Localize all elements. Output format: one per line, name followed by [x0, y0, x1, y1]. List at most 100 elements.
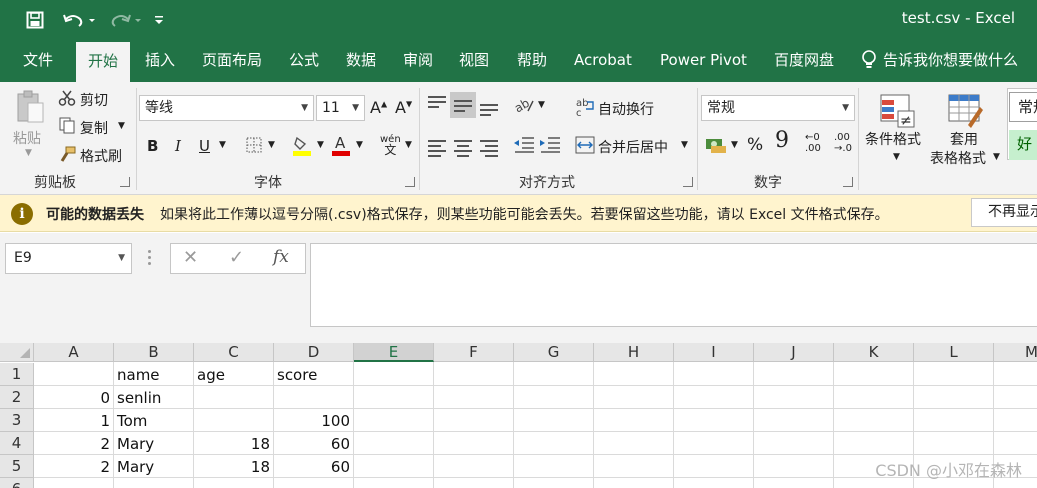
customize-quick-access-icon[interactable] — [152, 9, 166, 31]
column-header-k[interactable]: K — [834, 343, 914, 362]
tab-data[interactable]: 数据 — [346, 38, 376, 82]
percent-style-button[interactable]: % — [747, 135, 763, 155]
cell-a3[interactable]: 1 — [34, 410, 110, 432]
cut-icon[interactable] — [57, 88, 77, 108]
align-right-icon[interactable] — [480, 140, 498, 160]
tab-acrobat[interactable]: Acrobat — [574, 38, 632, 82]
tell-me-search[interactable]: 告诉我你想要做什么 — [860, 38, 1018, 82]
row-header-1[interactable]: 1 — [0, 363, 34, 386]
column-header-g[interactable]: G — [514, 343, 594, 362]
column-header-h[interactable]: H — [594, 343, 674, 362]
cell-d3[interactable]: 100 — [274, 410, 350, 432]
align-bottom-icon[interactable] — [480, 104, 498, 119]
row-header-3[interactable]: 3 — [0, 409, 34, 432]
column-header-c[interactable]: C — [194, 343, 274, 362]
increase-decimal-icon[interactable]: ←0.00 — [805, 132, 821, 154]
column-header-i[interactable]: I — [674, 343, 754, 362]
column-header-a[interactable]: A — [34, 343, 114, 362]
number-format-dropdown[interactable]: 常规 ▼ — [701, 95, 855, 121]
cell-styles-gallery[interactable]: 常规 好 — [1007, 88, 1037, 160]
wrap-text-icon[interactable]: ab c — [575, 96, 595, 118]
column-header-d[interactable]: D — [274, 343, 354, 362]
cancel-icon[interactable]: ✕ — [183, 247, 198, 268]
cell-c1[interactable]: age — [197, 364, 225, 386]
save-icon[interactable] — [24, 9, 46, 31]
font-name-dropdown[interactable]: 等线 ▼ — [139, 95, 314, 121]
wrap-text-label[interactable]: 自动换行 — [598, 99, 654, 119]
select-all-button[interactable] — [0, 343, 34, 362]
paste-dropdown-icon[interactable]: ▼ — [25, 148, 32, 158]
row-header-2[interactable]: 2 — [0, 386, 34, 409]
tab-file[interactable]: 文件 — [23, 38, 53, 82]
paste-icon[interactable] — [12, 88, 48, 126]
merge-center-icon[interactable] — [575, 134, 595, 156]
orientation-dropdown-icon[interactable]: ▼ — [538, 100, 545, 110]
format-painter-label[interactable]: 格式刷 — [80, 146, 122, 166]
tab-formulas[interactable]: 公式 — [289, 38, 319, 82]
font-color-dropdown-icon[interactable]: ▼ — [356, 140, 363, 150]
cell-a5[interactable]: 2 — [34, 456, 110, 478]
tab-home[interactable]: 开始 — [76, 42, 131, 82]
formula-input[interactable] — [310, 243, 1037, 327]
accounting-format-icon[interactable] — [704, 134, 728, 156]
cell-a4[interactable]: 2 — [34, 433, 110, 455]
orientation-icon[interactable]: ab — [512, 94, 536, 116]
name-box[interactable]: E9 ▼ — [5, 243, 132, 274]
row-header-5[interactable]: 5 — [0, 455, 34, 478]
column-header-f[interactable]: F — [434, 343, 514, 362]
merge-dropdown-icon[interactable]: ▼ — [681, 140, 688, 150]
tab-power-pivot[interactable]: Power Pivot — [660, 38, 747, 82]
cut-label[interactable]: 剪切 — [80, 90, 108, 110]
align-center-icon[interactable] — [454, 140, 472, 160]
cell-d4[interactable]: 60 — [274, 433, 350, 455]
cell-style-normal[interactable]: 常规 — [1009, 92, 1037, 122]
column-header-j[interactable]: J — [754, 343, 834, 362]
cell-b3[interactable]: Tom — [117, 410, 147, 432]
cell-b5[interactable]: Mary — [117, 456, 154, 478]
phonetic-dropdown-icon[interactable]: ▼ — [405, 140, 412, 150]
column-header-e[interactable]: E — [354, 343, 434, 362]
copy-icon[interactable] — [57, 115, 77, 135]
format-as-table-label-2[interactable]: 表格格式 — [930, 148, 986, 168]
decrease-font-size-icon[interactable]: A▼ — [395, 98, 412, 117]
number-dialog-launcher-icon[interactable] — [843, 177, 853, 187]
copy-dropdown-icon[interactable]: ▼ — [118, 121, 125, 131]
font-size-dropdown[interactable]: 11 ▼ — [316, 95, 365, 121]
fill-color-icon[interactable] — [291, 134, 313, 158]
font-color-icon[interactable]: A — [330, 132, 352, 158]
borders-dropdown-icon[interactable]: ▼ — [268, 140, 275, 150]
underline-dropdown-icon[interactable]: ▼ — [219, 140, 226, 150]
alignment-dialog-launcher-icon[interactable] — [683, 177, 693, 187]
enter-icon[interactable]: ✓ — [229, 247, 244, 268]
conditional-formatting-label[interactable]: 条件格式 — [865, 129, 921, 149]
format-painter-icon[interactable] — [57, 144, 77, 164]
cell-b2[interactable]: senlin — [117, 387, 161, 409]
format-as-table-label-1[interactable]: 套用 — [950, 129, 978, 149]
cell-a2[interactable]: 0 — [34, 387, 110, 409]
conditional-formatting-icon[interactable]: ≠ — [877, 90, 917, 130]
comma-style-button[interactable]: 9 — [775, 128, 789, 153]
cell-d1[interactable]: score — [277, 364, 317, 386]
paste-label[interactable]: 粘贴 — [13, 128, 41, 148]
tab-review[interactable]: 审阅 — [403, 38, 433, 82]
cell-b1[interactable]: name — [117, 364, 160, 386]
bold-button[interactable]: B — [147, 137, 158, 155]
font-dialog-launcher-icon[interactable] — [405, 177, 415, 187]
fill-color-dropdown-icon[interactable]: ▼ — [317, 140, 324, 150]
tab-page-layout[interactable]: 页面布局 — [202, 38, 262, 82]
increase-indent-icon[interactable] — [538, 134, 562, 156]
column-header-b[interactable]: B — [114, 343, 194, 362]
decrease-indent-icon[interactable] — [512, 134, 536, 156]
redo-icon[interactable] — [106, 9, 144, 31]
cell-d5[interactable]: 60 — [274, 456, 350, 478]
borders-icon[interactable] — [244, 135, 264, 155]
dont-show-again-button[interactable]: 不再显示 — [971, 198, 1037, 227]
align-top-icon[interactable] — [428, 96, 446, 111]
accounting-dropdown-icon[interactable]: ▼ — [731, 140, 738, 150]
underline-button[interactable]: U — [199, 137, 210, 155]
column-header-l[interactable]: L — [914, 343, 994, 362]
tab-help[interactable]: 帮助 — [517, 38, 547, 82]
phonetic-guide-icon[interactable]: wén 文 — [380, 135, 401, 157]
undo-icon[interactable] — [60, 9, 98, 31]
copy-label[interactable]: 复制 — [80, 118, 108, 138]
